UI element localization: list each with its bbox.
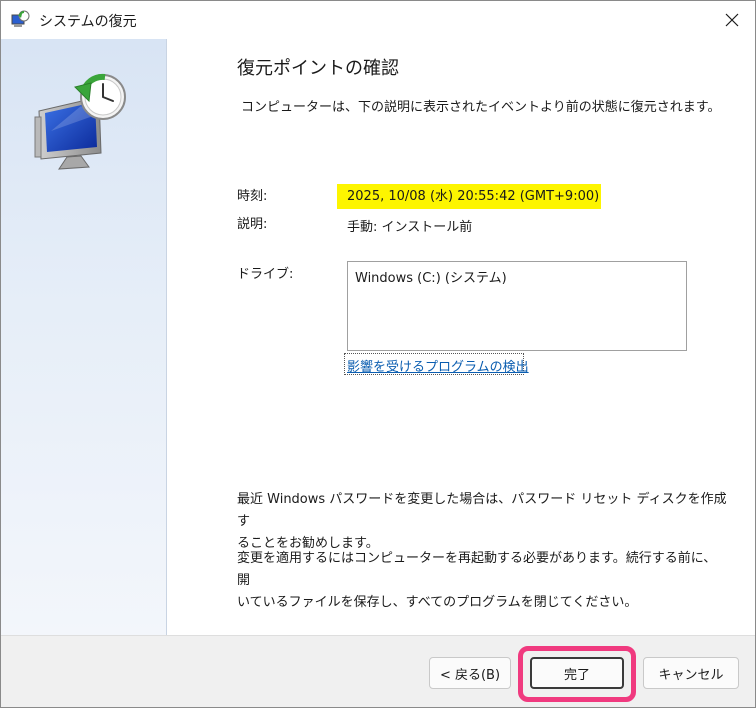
drive-list[interactable]: Windows (C:) (システム) xyxy=(347,261,687,351)
restart-note-line: 変更を適用するにはコンピューターを再起動する必要があります。続行する前に、開 xyxy=(237,551,717,588)
finish-button[interactable]: 完了 xyxy=(530,657,624,689)
window-title: システムの復元 xyxy=(39,14,137,30)
system-restore-icon xyxy=(34,73,126,170)
drive-label: ドライブ: xyxy=(237,267,294,282)
description-value: 手動: インストール前 xyxy=(347,220,473,235)
list-item[interactable]: Windows (C:) (システム) xyxy=(355,267,507,286)
system-restore-icon xyxy=(11,10,30,27)
time-label: 時刻: xyxy=(237,189,268,204)
main-content: 復元ポイントの確認 コンピューターは、下の説明に表示されたイベントより前の状態に… xyxy=(167,39,755,635)
password-note: 最近 Windows パスワードを変更した場合は、パスワード リセット ディスク… xyxy=(237,489,727,555)
scan-affected-programs-link[interactable]: 影響を受けるプログラムの検出 xyxy=(347,356,529,375)
password-note-line: 最近 Windows パスワードを変更した場合は、パスワード リセット ディスク… xyxy=(237,492,727,529)
sidebar-panel xyxy=(1,39,167,635)
time-value: 2025, 10/08 (水) 20:55:42 (GMT+9:00) xyxy=(347,189,600,204)
intro-text: コンピューターは、下の説明に表示されたイベントより前の状態に復元されます。 xyxy=(241,100,721,115)
page-title: 復元ポイントの確認 xyxy=(237,58,399,79)
system-restore-window: システムの復元 復元ポイントの確認 コンピューターは、下の説明に表示されたイベン… xyxy=(0,0,756,708)
back-button[interactable]: < 戻る(B) xyxy=(429,657,511,689)
button-bar: < 戻る(B) 完了 キャンセル xyxy=(1,635,755,707)
restart-note: 変更を適用するにはコンピューターを再起動する必要があります。続行する前に、開 い… xyxy=(237,548,727,614)
description-label: 説明: xyxy=(237,217,268,232)
close-button[interactable] xyxy=(709,1,755,39)
title-bar[interactable]: システムの復元 xyxy=(1,1,755,39)
cancel-button[interactable]: キャンセル xyxy=(643,657,739,689)
restart-note-line: いているファイルを保存し、すべてのプログラムを閉じてください。 xyxy=(237,595,638,610)
close-icon xyxy=(725,13,739,27)
